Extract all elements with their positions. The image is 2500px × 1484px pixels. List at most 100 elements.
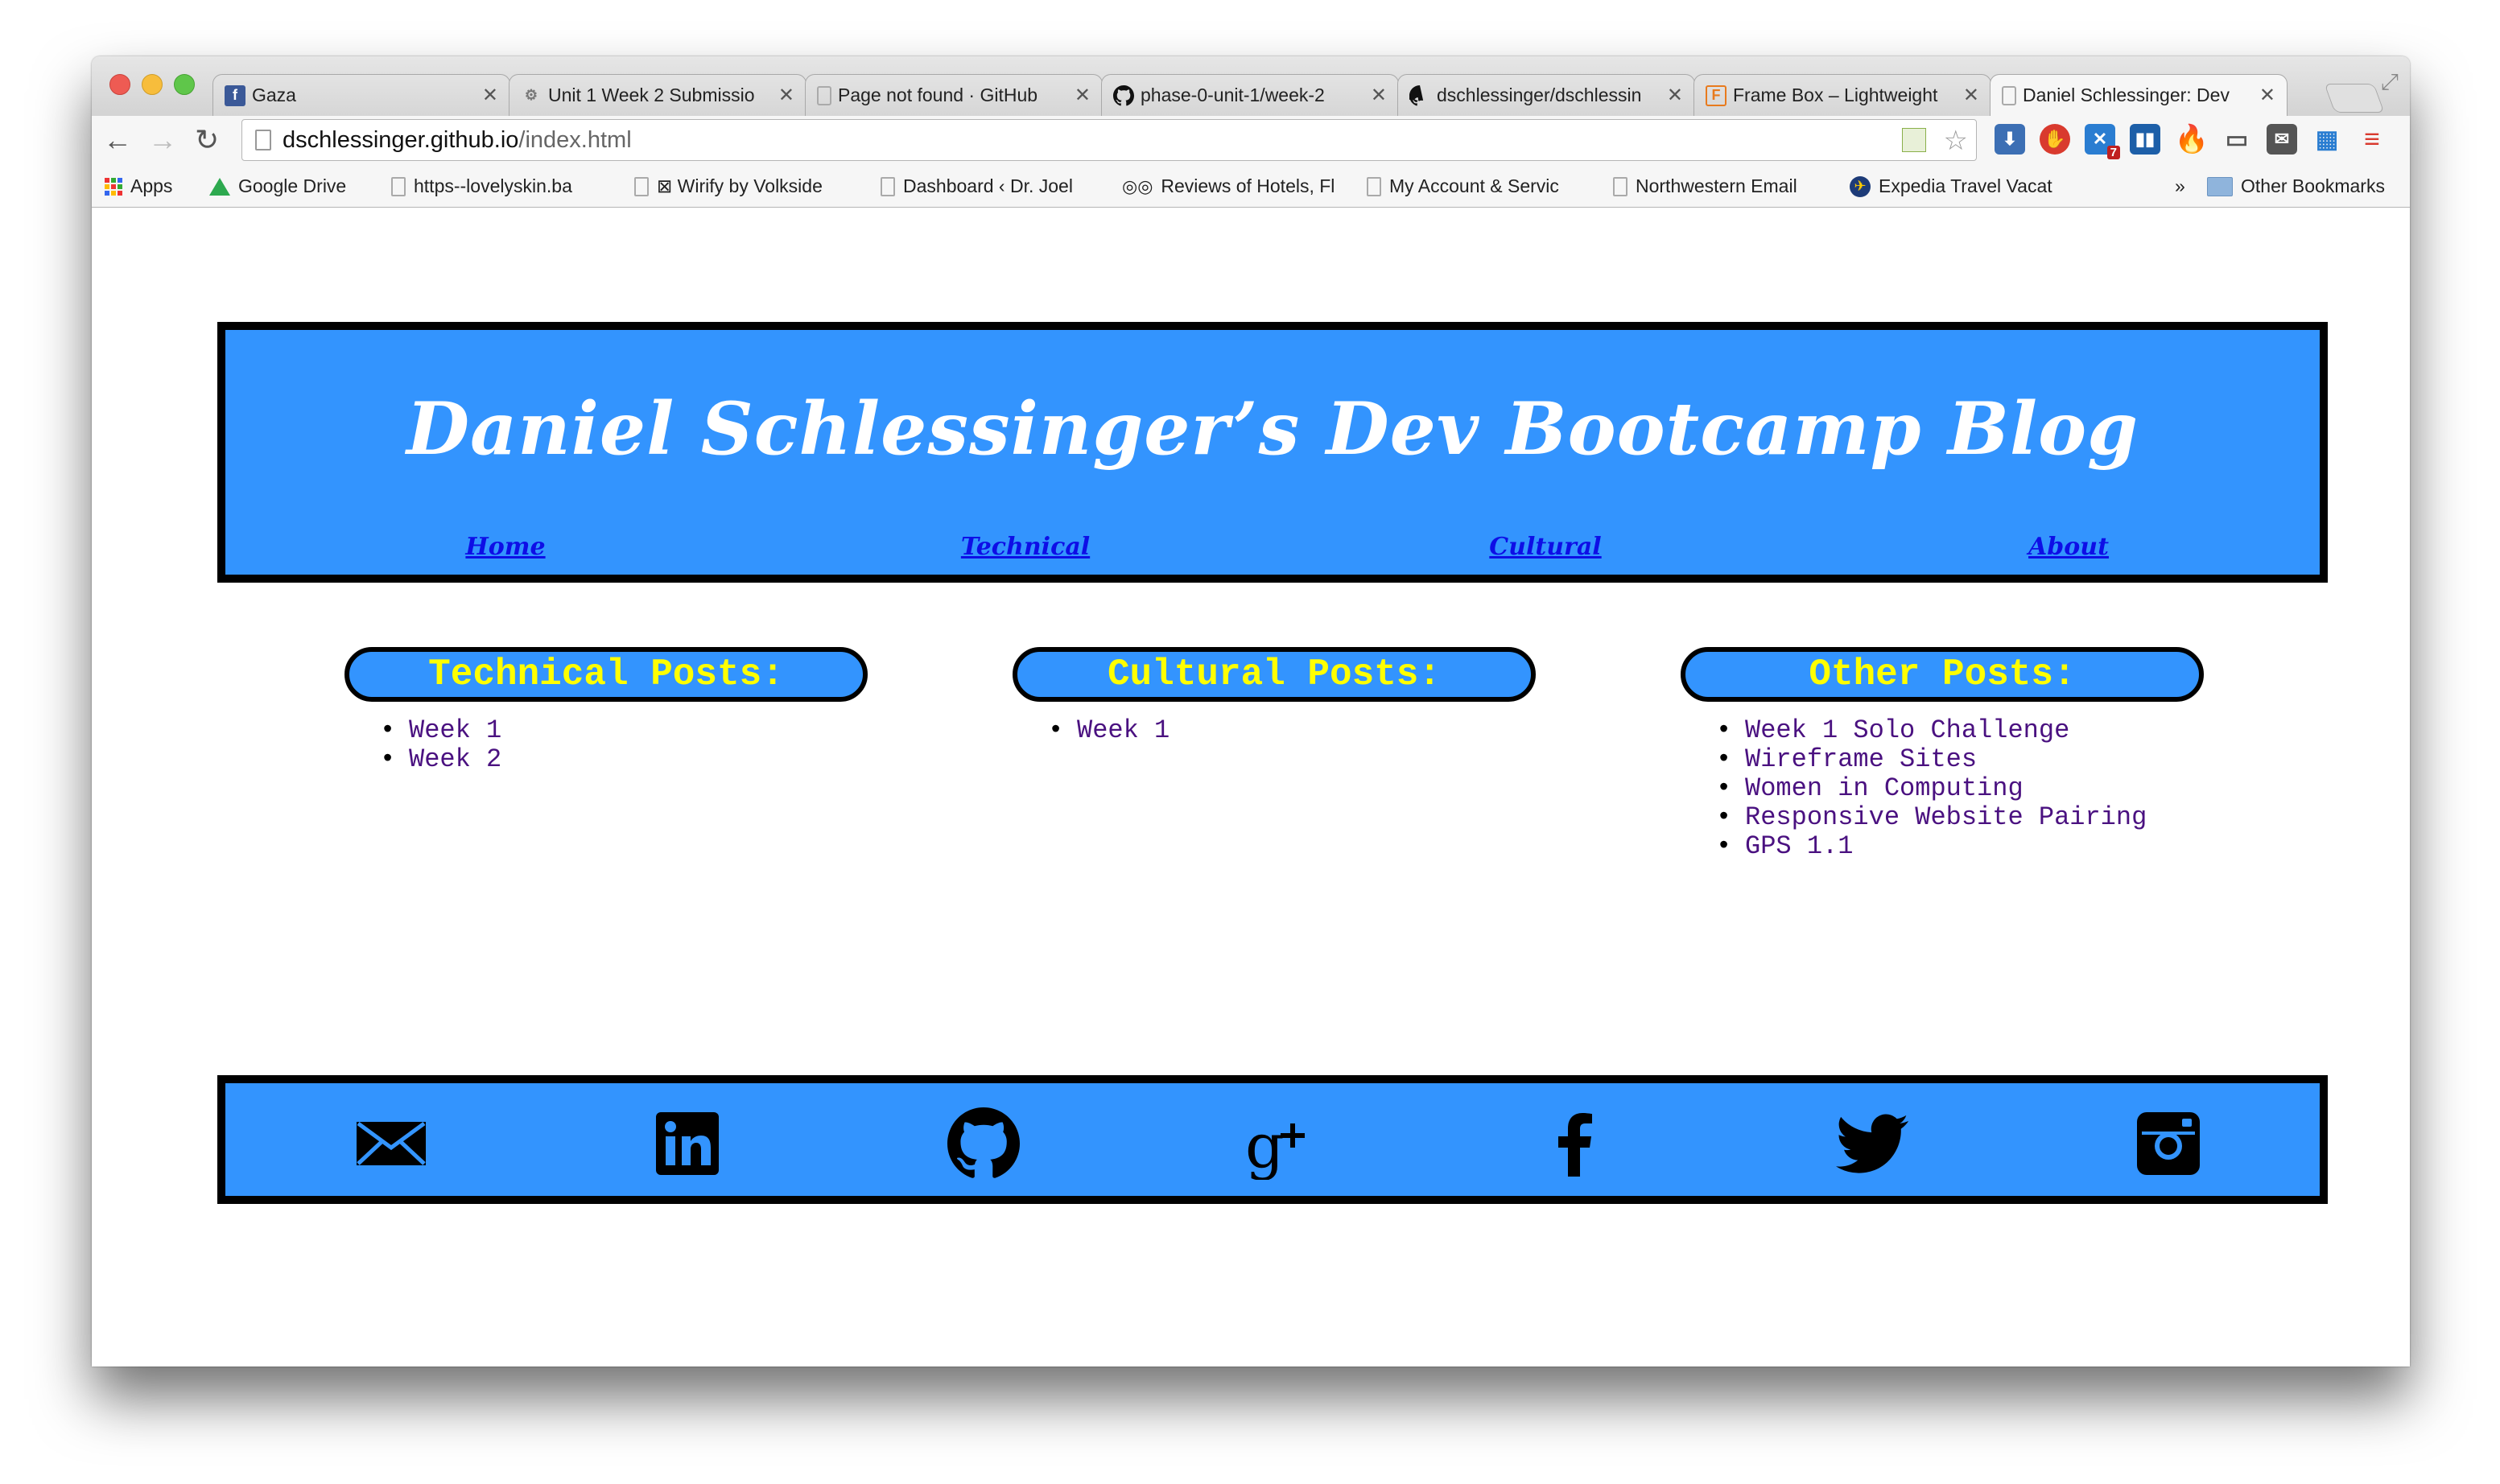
post-link[interactable]: Week 1 — [409, 715, 501, 745]
site-footer: g — [217, 1075, 2328, 1204]
adblock-extension-icon[interactable]: ✋ — [2040, 124, 2070, 155]
post-link[interactable]: Responsive Website Pairing — [1745, 802, 2147, 832]
github-icon[interactable] — [947, 1107, 1020, 1180]
post-link[interactable]: Week 1 — [1077, 715, 1170, 745]
folder-icon — [2207, 176, 2233, 196]
bookmark-apps[interactable]: Apps — [105, 175, 172, 197]
tab-close-icon[interactable]: ✕ — [1371, 84, 1387, 107]
tripadvisor-icon: ◎◎ — [1122, 175, 1153, 196]
technical-posts-list: Week 1 Week 2 — [380, 715, 501, 775]
fullscreen-icon[interactable]: ⤢ — [2381, 69, 2399, 96]
mail-extension-icon[interactable]: ✉ — [2267, 124, 2297, 155]
download-extension-icon[interactable]: ⬇ — [1995, 124, 2025, 155]
post-link[interactable]: Week 2 — [409, 744, 501, 774]
bookmark-wirify[interactable]: ⊠ Wirify by Volkside — [634, 175, 823, 197]
instagram-icon[interactable] — [2132, 1107, 2205, 1180]
facebook-icon[interactable] — [1540, 1107, 1612, 1180]
forward-arrow-icon[interactable]: → — [148, 122, 177, 158]
nav-link-cultural[interactable]: Cultural — [1489, 533, 1601, 561]
menu-icon[interactable]: ≡ — [2357, 124, 2387, 155]
bookmark-dashboard[interactable]: Dashboard ‹ Dr. Joel — [881, 175, 1091, 197]
list-item[interactable]: Week 2 — [380, 744, 501, 775]
tab-frame-box[interactable]: F Frame Box – Lightweight ✕ — [1693, 74, 1991, 116]
tab-phase0-unit1[interactable]: phase-0-unit-1/week-2 ✕ — [1101, 74, 1399, 116]
post-link[interactable]: Wireframe Sites — [1745, 744, 1977, 774]
email-icon[interactable] — [355, 1107, 427, 1180]
gear-icon: ⚙ — [524, 87, 538, 103]
tab-close-icon[interactable]: ✕ — [482, 84, 498, 107]
bookmark-lovelyskin[interactable]: https--lovelyskin.ba — [391, 175, 602, 197]
bookmark-expedia[interactable]: ✈ Expedia Travel Vacat — [1850, 175, 2067, 197]
tools-extension-icon[interactable]: ✕ 7 — [2085, 124, 2120, 159]
google-plus-icon[interactable]: g — [1244, 1107, 1316, 1180]
analytics-extension-icon[interactable]: ▮▮ — [2130, 124, 2160, 155]
list-item[interactable]: GPS 1.1 — [1716, 831, 2147, 862]
list-item[interactable]: Wireframe Sites — [1716, 744, 2147, 775]
reload-icon[interactable]: ↻ — [195, 122, 219, 158]
post-link[interactable]: Week 1 Solo Challenge — [1745, 715, 2069, 745]
post-link[interactable]: Women in Computing — [1745, 773, 2024, 803]
list-item[interactable]: Week 1 — [380, 715, 501, 746]
bookmark-label: Google Drive — [238, 175, 347, 196]
tab-title: dschlessinger/dschlessin — [1437, 85, 1642, 105]
tab-strip: f Gaza ✕ ⚙ Unit 1 Week 2 Submissio ✕ Pag… — [92, 56, 2410, 116]
new-tab-button[interactable] — [2324, 84, 2385, 113]
page-icon — [391, 176, 406, 196]
bookmark-my-account[interactable]: My Account & Servic — [1367, 175, 1579, 197]
page-content: Daniel Schlessinger’s Dev Bootcamp Blog … — [92, 208, 2410, 1367]
linkedin-icon[interactable] — [651, 1107, 724, 1180]
list-item[interactable]: Women in Computing — [1716, 773, 2147, 804]
bookmark-label: Reviews of Hotels, Fl — [1161, 175, 1335, 196]
window-close-button[interactable] — [109, 74, 130, 95]
back-arrow-icon[interactable]: ← — [103, 122, 132, 158]
tab-page-not-found[interactable]: Page not found · GitHub ✕ — [805, 74, 1103, 116]
window-zoom-button[interactable] — [174, 74, 195, 95]
post-link[interactable]: GPS 1.1 — [1745, 831, 1853, 861]
tab-title: Gaza — [252, 85, 296, 105]
bookmark-label: Expedia Travel Vacat — [1879, 175, 2052, 196]
bookmark-northwestern[interactable]: Northwestern Email — [1613, 175, 1797, 197]
bookmark-other[interactable]: Other Bookmarks — [2207, 175, 2385, 197]
tab-gaza[interactable]: f Gaza ✕ — [212, 74, 510, 116]
tab-unit1-week2[interactable]: ⚙ Unit 1 Week 2 Submissio ✕ — [509, 74, 807, 116]
address-bar[interactable]: dschlessinger.github.io/index.html ☆ — [241, 119, 1977, 161]
bookmark-star-icon[interactable]: ☆ — [1944, 125, 1968, 157]
tab-title: Frame Box – Lightweight — [1733, 85, 1938, 105]
tab-dschlessinger-repo[interactable]: dschlessinger/dschlessin ✕ — [1397, 74, 1695, 116]
window-minimize-button[interactable] — [142, 74, 163, 95]
rss-icon[interactable] — [1902, 128, 1926, 152]
tab-close-icon[interactable]: ✕ — [1667, 84, 1683, 107]
nav-link-home[interactable]: Home — [465, 533, 545, 561]
tab-close-icon[interactable]: ✕ — [778, 84, 794, 107]
nav-link-about[interactable]: About — [2028, 533, 2109, 561]
list-item[interactable]: Week 1 — [1048, 715, 1170, 746]
tab-close-icon[interactable]: ✕ — [1963, 84, 1979, 107]
browser-toolbar: ← → ↻ dschlessinger.github.io/index.html… — [92, 116, 2410, 166]
url-host: dschlessinger.github.io — [283, 126, 519, 153]
chevron-overflow-icon: » — [2175, 175, 2185, 196]
bookmarks-overflow[interactable]: » — [2175, 175, 2185, 197]
nav-link-technical[interactable]: Technical — [961, 533, 1090, 561]
bookmark-label: Apps — [130, 175, 173, 196]
github-icon — [1113, 85, 1134, 106]
list-item[interactable]: Week 1 Solo Challenge — [1716, 715, 2147, 746]
bookmark-label: ⊠ Wirify by Volkside — [657, 175, 823, 196]
expedia-icon: ✈ — [1850, 175, 1871, 197]
twitter-icon[interactable] — [1836, 1107, 1908, 1180]
tab-daniel-schlessinger-dev[interactable]: Daniel Schlessinger: Dev ✕ — [1990, 74, 2288, 116]
bookmark-tripadvisor[interactable]: ◎◎ Reviews of Hotels, Fl — [1122, 175, 1339, 197]
list-item[interactable]: Responsive Website Pairing — [1716, 802, 2147, 833]
flame-extension-icon[interactable]: 🔥 — [2175, 124, 2209, 155]
cast-icon[interactable]: ▭ — [2222, 124, 2252, 155]
bookmarks-bar: Apps Google Drive https--lovelyskin.ba ⊠… — [92, 166, 2410, 208]
bookmark-google-drive[interactable]: Google Drive — [209, 175, 346, 197]
calendar-extension-icon[interactable]: ▦ — [2312, 124, 2342, 155]
tab-close-icon[interactable]: ✕ — [2259, 84, 2275, 107]
page-icon — [634, 176, 649, 196]
page-icon — [881, 176, 895, 196]
framebox-icon: F — [1706, 85, 1726, 106]
github-icon — [1409, 85, 1430, 106]
tab-close-icon[interactable]: ✕ — [1075, 84, 1091, 107]
page-icon — [817, 85, 831, 105]
extension-badge: 7 — [2106, 146, 2120, 159]
